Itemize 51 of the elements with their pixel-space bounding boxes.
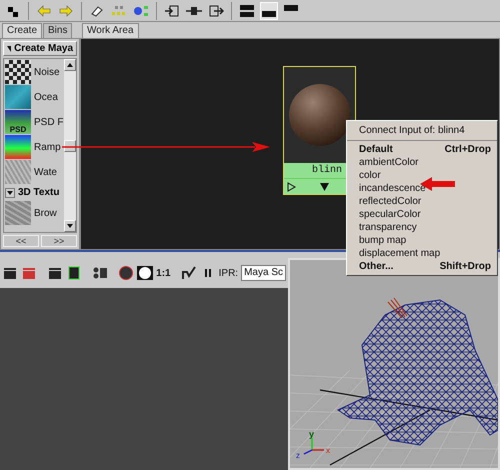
menu-item[interactable]: reflectedColor (347, 195, 497, 208)
shader-node[interactable]: blinn (283, 66, 356, 195)
down-triangle-icon[interactable] (320, 182, 328, 190)
texture-name[interactable]: Wate (34, 166, 57, 178)
alpha-circle-icon[interactable] (137, 264, 154, 282)
panel-tab[interactable]: Bins (43, 23, 72, 38)
axis-gizmo: y z x (296, 429, 330, 460)
menu-item-label: Other... (359, 260, 394, 273)
texture-swatch[interactable] (5, 160, 31, 184)
create-section-header[interactable]: Create Maya (3, 41, 77, 56)
menu-item[interactable]: displacement map (347, 247, 497, 260)
texture-swatch[interactable]: PSD (5, 110, 31, 134)
texture-name[interactable]: Ocea (34, 92, 58, 102)
menu-item[interactable]: specularColor (347, 208, 497, 221)
texture-name[interactable]: Brow (34, 208, 57, 218)
scrollbar[interactable] (64, 59, 76, 232)
nav-button[interactable]: << (3, 235, 39, 247)
menu-item[interactable]: transparency (347, 221, 497, 234)
texture-swatch[interactable] (5, 85, 31, 109)
texture-name[interactable]: Noise (34, 66, 60, 78)
ipr-label: IPR: (218, 268, 238, 278)
texture-name[interactable]: PSD F (34, 116, 64, 128)
menu-shortcut: Ctrl+Drop (444, 143, 491, 156)
keep-image-icon[interactable] (180, 264, 197, 282)
camera-field[interactable]: Maya Sc (241, 265, 286, 281)
panel-tab[interactable]: Create (2, 23, 42, 38)
node-name: blinn (311, 164, 344, 178)
menu-title: Connect Input of: blinn4 (347, 123, 497, 141)
menu-item-label: Default (359, 143, 393, 156)
texture-swatch[interactable] (5, 135, 31, 159)
play-triangle-icon[interactable] (287, 182, 296, 192)
collapse-triangle-icon[interactable] (5, 188, 15, 198)
bottom-layout-icon[interactable] (260, 2, 278, 20)
up-arrow-icon[interactable] (67, 63, 73, 67)
ipr-refresh-icon[interactable] (66, 264, 82, 282)
menu-item[interactable]: bump map (347, 234, 497, 247)
zoom-ratio[interactable]: 1:1 (156, 268, 171, 278)
down-arrow-icon[interactable] (67, 224, 73, 228)
menu-shortcut: Shift+Drop (440, 260, 491, 273)
texture-swatch[interactable] (5, 201, 31, 225)
nav-button[interactable]: >> (41, 235, 77, 247)
swatch-label: PSD (10, 125, 26, 134)
collapse-triangle-icon (7, 46, 12, 52)
section-title: Create Maya (14, 43, 73, 54)
texture-name[interactable]: Ramp (34, 142, 61, 152)
texture-swatch[interactable] (5, 60, 31, 84)
menu-item[interactable]: Other... Shift+Drop (347, 260, 497, 273)
section-title: 3D Textu (18, 187, 60, 198)
rgb-channels-icon[interactable] (118, 264, 134, 282)
light-rays-icon (388, 298, 408, 318)
work-area-tab[interactable]: Work Area (82, 23, 138, 38)
